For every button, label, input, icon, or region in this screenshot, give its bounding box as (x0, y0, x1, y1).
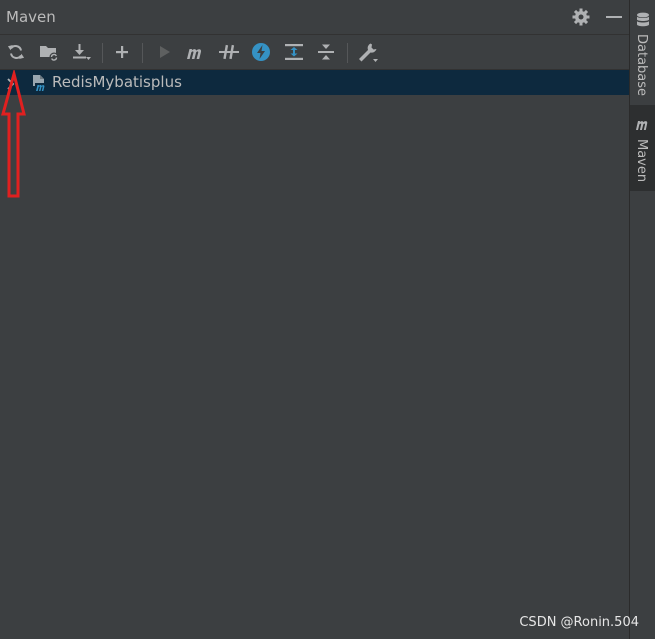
tool-window-title: Maven (6, 8, 56, 26)
watermark: CSDN @Ronin.504 (519, 615, 639, 630)
reload-icon[interactable] (3, 39, 29, 65)
tool-window-header: Maven (0, 0, 629, 35)
maven-project-icon (30, 74, 48, 92)
tree-item-label: RedisMybatisplus (52, 73, 182, 91)
maven-tool-window: Maven RedisMybatisplus (0, 0, 629, 639)
side-tab-maven[interactable]: Maven (630, 105, 655, 191)
show-dependencies-icon[interactable] (281, 39, 307, 65)
maven-icon (636, 121, 648, 130)
run-icon[interactable] (151, 39, 177, 65)
side-tab-label: Maven (634, 139, 649, 183)
red-arrow-annotation (1, 70, 26, 198)
database-icon (637, 12, 649, 27)
collapse-all-icon[interactable] (313, 39, 339, 65)
toolbar-separator (347, 43, 348, 63)
add-icon[interactable] (109, 39, 135, 65)
skip-tests-icon[interactable] (248, 39, 274, 65)
tree-row[interactable]: RedisMybatisplus (0, 70, 629, 95)
maven-toolbar (0, 35, 629, 70)
toolbar-separator (142, 43, 143, 63)
maven-goal-icon[interactable] (183, 39, 209, 65)
toolbar-separator (102, 43, 103, 63)
toggle-offline-icon[interactable] (216, 39, 242, 65)
right-tool-strip: Database Maven (629, 0, 655, 639)
side-tab-label: Database (634, 34, 649, 97)
gear-icon[interactable] (570, 6, 592, 28)
generate-sources-icon[interactable] (36, 39, 62, 65)
minimize-icon[interactable] (603, 6, 625, 28)
side-tab-database[interactable]: Database (630, 0, 655, 100)
download-icon[interactable] (68, 39, 94, 65)
build-tool-settings-icon[interactable] (355, 39, 381, 65)
